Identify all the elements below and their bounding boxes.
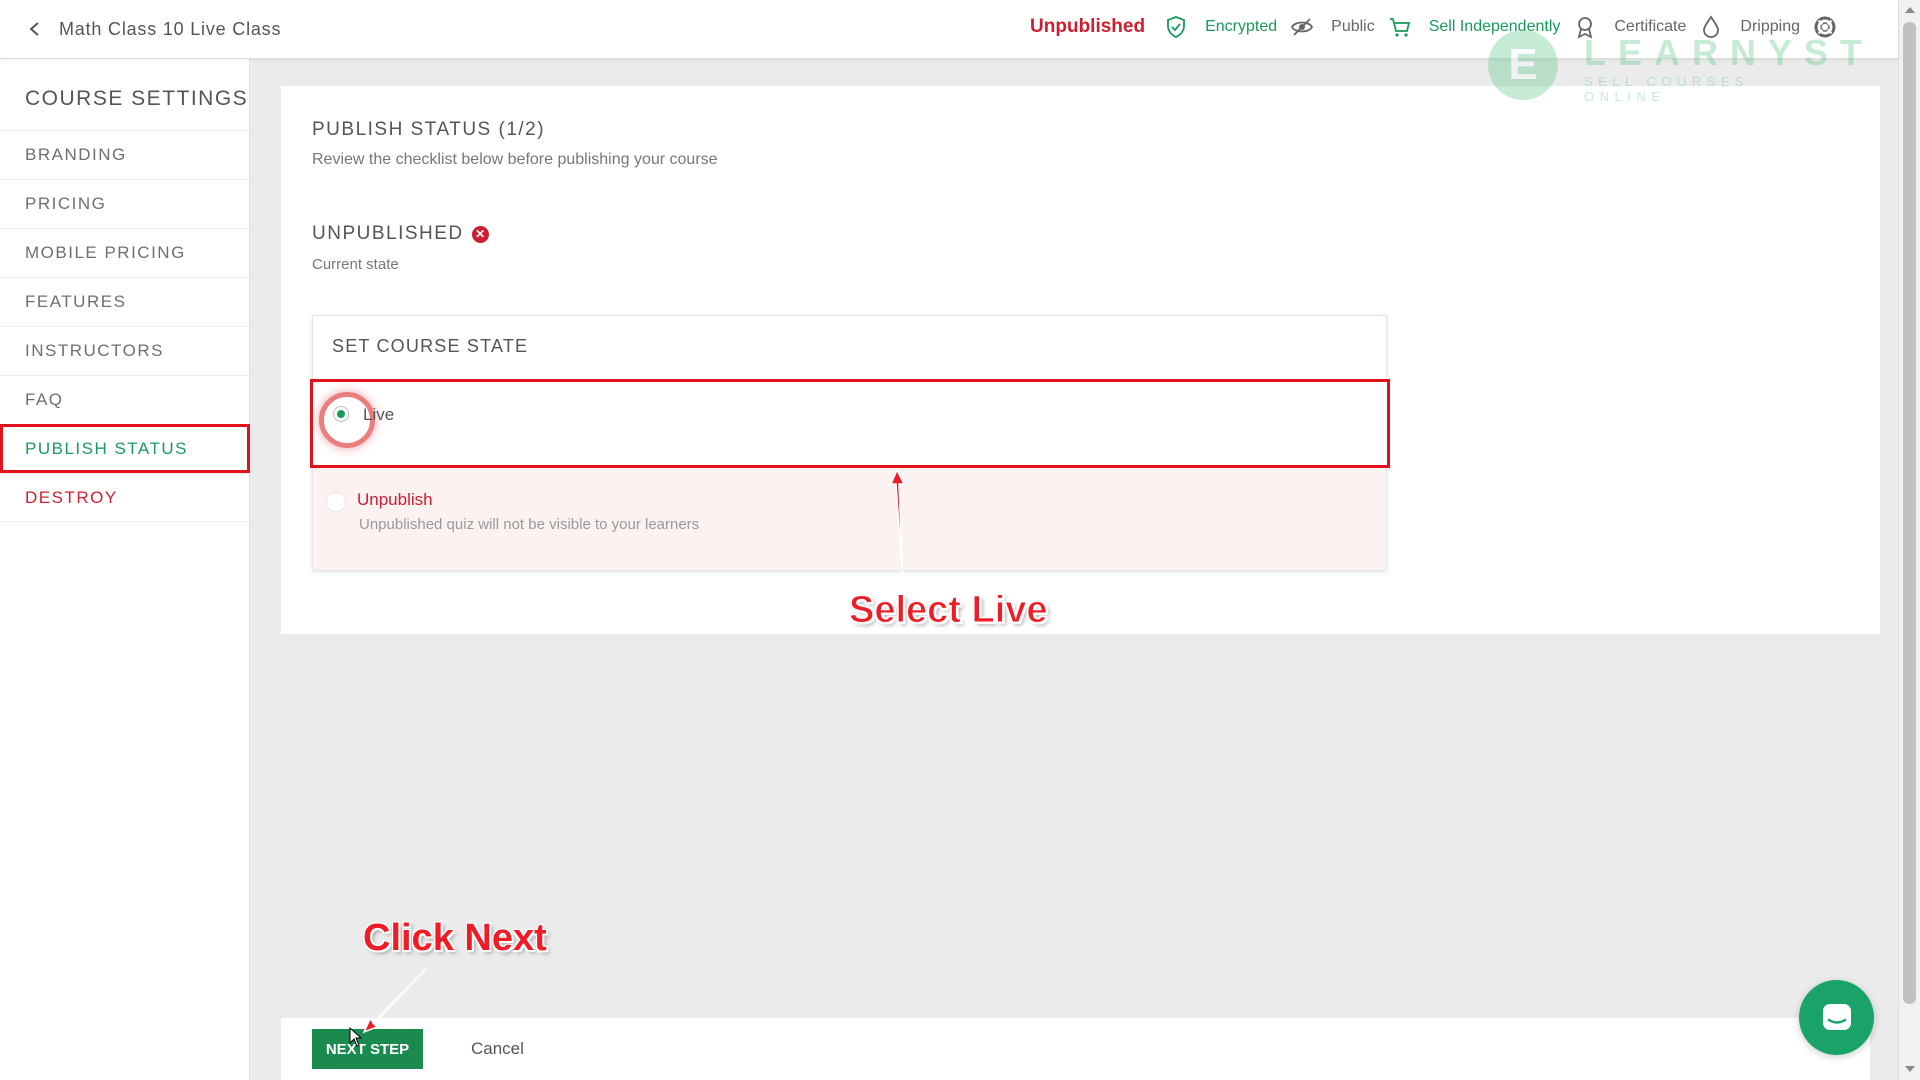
error-x-icon: ✕ xyxy=(471,225,489,243)
eye-slash-icon[interactable] xyxy=(1289,14,1315,40)
live-option-label: Live xyxy=(363,405,395,424)
cart-icon[interactable] xyxy=(1387,14,1413,40)
live-option[interactable]: Live xyxy=(310,379,1390,468)
course-state-title: SET COURSE STATE xyxy=(332,336,529,356)
certificate-label: Certificate xyxy=(1614,18,1687,35)
settings-sidebar: COURSE SETTINGS BRANDING PRICING MOBILE … xyxy=(0,59,250,1080)
sidebar-item-destroy[interactable]: DESTROY xyxy=(0,473,250,522)
shield-check-icon[interactable] xyxy=(1163,14,1189,40)
award-icon[interactable] xyxy=(1572,14,1598,40)
click-next-annotation: Click Next xyxy=(363,917,547,959)
scroll-thumb[interactable] xyxy=(1903,22,1916,1004)
unpublish-radio[interactable] xyxy=(326,492,346,512)
action-footer: NEXT STEP Cancel xyxy=(281,1018,1870,1080)
page-subtitle: Review the checklist below before publis… xyxy=(312,151,718,168)
scroll-up-icon[interactable] xyxy=(1905,7,1915,13)
encrypted-label: Encrypted xyxy=(1205,18,1278,35)
sidebar-item-branding[interactable]: BRANDING xyxy=(0,130,250,179)
public-label: Public xyxy=(1331,18,1375,35)
next-step-button[interactable]: NEXT STEP xyxy=(312,1029,423,1069)
unpublish-option[interactable]: Unpublish Unpublished quiz will not be v… xyxy=(313,468,1386,570)
mouse-cursor-icon xyxy=(349,1027,363,1047)
unpublish-option-description: Unpublished quiz will not be visible to … xyxy=(359,516,700,533)
vertical-scrollbar[interactable] xyxy=(1898,0,1920,1080)
course-title: Math Class 10 Live Class xyxy=(59,19,282,39)
publish-status-label[interactable]: Unpublished xyxy=(1030,16,1145,38)
sell-independently-label: Sell Independently xyxy=(1428,18,1561,35)
sidebar-item-pricing[interactable]: PRICING xyxy=(0,179,250,228)
publish-status-card: PUBLISH STATUS (1/2) Review the checklis… xyxy=(281,86,1880,634)
select-live-annotation: Select Live xyxy=(849,589,1049,632)
scroll-down-icon[interactable] xyxy=(1905,1066,1915,1072)
sidebar-item-faq[interactable]: FAQ xyxy=(0,375,250,424)
top-bar: Math Class 10 Live Class Unpublished Enc… xyxy=(0,0,1898,59)
unpublish-option-label: Unpublish xyxy=(357,490,433,509)
sidebar-menu: BRANDING PRICING MOBILE PRICING FEATURES… xyxy=(0,130,250,522)
sidebar-item-features[interactable]: FEATURES xyxy=(0,277,250,326)
current-state-row: UNPUBLISHED ✕ xyxy=(312,223,489,245)
current-state-label: UNPUBLISHED xyxy=(312,223,464,244)
dripping-label: Dripping xyxy=(1740,18,1800,35)
chat-support-button[interactable] xyxy=(1799,980,1874,1055)
cancel-button[interactable]: Cancel xyxy=(471,1039,524,1059)
sidebar-title: COURSE SETTINGS xyxy=(25,87,249,110)
sidebar-item-mobile-pricing[interactable]: MOBILE PRICING xyxy=(0,228,250,277)
chat-bubble-icon xyxy=(1822,1003,1851,1030)
course-status-strip: Unpublished Encrypted Public Sell Indepe… xyxy=(1030,12,1854,42)
lifebuoy-icon[interactable] xyxy=(1812,14,1838,40)
live-radio[interactable] xyxy=(334,407,348,421)
sidebar-item-publish-status[interactable]: PUBLISH STATUS xyxy=(0,424,250,473)
back-arrow-icon[interactable] xyxy=(24,18,46,40)
sidebar-item-instructors[interactable]: INSTRUCTORS xyxy=(0,326,250,375)
page-title: PUBLISH STATUS (1/2) xyxy=(312,119,546,140)
set-course-state-panel: SET COURSE STATE Live Unpublish Unpublis… xyxy=(310,315,1390,571)
current-state-caption: Current state xyxy=(312,256,399,273)
droplet-icon[interactable] xyxy=(1698,14,1724,40)
